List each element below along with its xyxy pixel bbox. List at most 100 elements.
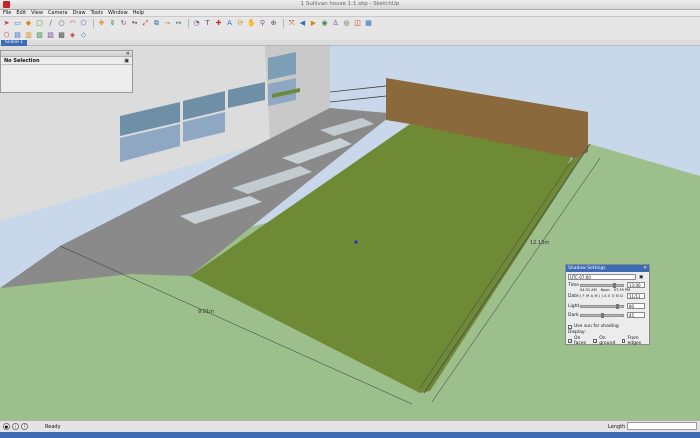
cursor-point	[354, 240, 358, 244]
toolbar-separator	[93, 19, 94, 28]
push-pull-icon[interactable]: ⇕	[108, 19, 117, 28]
toolbar-separator	[283, 19, 284, 28]
line-icon[interactable]: /	[46, 19, 55, 28]
polygon-icon[interactable]: ⬠	[79, 19, 88, 28]
front-view-icon[interactable]: ▥	[24, 31, 33, 40]
text-icon[interactable]: T	[203, 19, 212, 28]
light-slider[interactable]	[580, 303, 624, 309]
credits-icon[interactable]: i	[12, 423, 19, 430]
menu-help[interactable]: Help	[133, 10, 144, 16]
display-row: Display:	[568, 330, 586, 335]
close-icon[interactable]: ✕	[643, 265, 647, 272]
dark-input[interactable]: 45	[627, 312, 645, 318]
dimension-label-length: 12.13m	[530, 240, 549, 246]
date-label: Date	[568, 293, 579, 299]
left-view-icon[interactable]: ▩	[57, 31, 66, 40]
use-sun-label: Use sun for shading	[574, 324, 619, 329]
menu-file[interactable]: File	[3, 10, 11, 16]
title-bar: 1 Sullivan house 1:1.skp - SketchUp	[0, 0, 700, 10]
time-end: 07:39 PM	[613, 288, 631, 292]
light-label: Light	[568, 303, 580, 309]
model-canvas[interactable]: 9.01m 12.13m	[0, 46, 700, 420]
from-edges-label: From edges	[627, 336, 642, 346]
time-label: Time	[568, 282, 580, 288]
monochrome-icon[interactable]: ◇	[79, 31, 88, 40]
follow-me-icon[interactable]: ↬	[130, 19, 139, 28]
protractor-icon[interactable]: ◔	[192, 19, 201, 28]
dark-slider-thumb[interactable]	[601, 312, 604, 318]
zoom-icon[interactable]: ⚲	[258, 19, 267, 28]
iso-view-icon[interactable]: ⬡	[2, 31, 11, 40]
date-months[interactable]: J F M A M J J A S O N D	[580, 294, 624, 298]
details-toggle-icon[interactable]: ▣	[124, 58, 129, 64]
menu-draw[interactable]: Draw	[73, 10, 86, 16]
axes-icon[interactable]: ✚	[214, 19, 223, 28]
shadow-settings-title: Shadow Settings ✕	[566, 265, 649, 272]
from-edges-checkbox[interactable]	[621, 339, 626, 343]
top-view-icon[interactable]: ▤	[13, 31, 22, 40]
measurements-label: Length	[608, 424, 626, 430]
eraser-icon[interactable]: ▭	[13, 19, 22, 28]
previous-view-icon[interactable]: ◀	[298, 19, 307, 28]
use-sun-checkbox[interactable]	[568, 324, 572, 329]
pan-icon[interactable]: ✋	[247, 19, 256, 28]
menu-view[interactable]: View	[31, 10, 43, 16]
arc-icon[interactable]: ◠	[68, 19, 77, 28]
time-slider[interactable]	[580, 282, 624, 288]
light-slider-thumb[interactable]	[616, 303, 619, 309]
time-start: 04:31 AM	[580, 288, 597, 292]
timezone-select[interactable]: UTC-07:00	[568, 274, 636, 280]
toolbar-separator	[188, 19, 189, 28]
move-icon[interactable]: ✥	[97, 19, 106, 28]
light-input[interactable]: 80	[627, 303, 645, 309]
zoom-window-icon[interactable]: ⊕	[269, 19, 278, 28]
3d-text-icon[interactable]: A	[225, 19, 234, 28]
status-text: Ready	[45, 424, 61, 430]
light-row: Light 80	[568, 303, 645, 309]
walk-icon[interactable]: ♙	[331, 19, 340, 28]
dark-slider[interactable]	[580, 312, 624, 318]
select-icon[interactable]: ➤	[2, 19, 11, 28]
paint-bucket-icon[interactable]: ◆	[24, 19, 33, 28]
user-icon[interactable]: ?	[21, 423, 28, 430]
measurements-input[interactable]	[627, 422, 697, 430]
menu-edit[interactable]: Edit	[16, 10, 26, 16]
taskbar-strip	[0, 432, 700, 438]
geo-location-icon[interactable]: ●	[3, 423, 10, 430]
menu-tools[interactable]: Tools	[91, 10, 103, 16]
display-label: Display:	[568, 330, 586, 335]
offset-icon[interactable]: ⧉	[152, 19, 161, 28]
rotate-icon[interactable]: ↻	[119, 19, 128, 28]
look-around-icon[interactable]: ◎	[342, 19, 351, 28]
menu-camera[interactable]: Camera	[48, 10, 68, 16]
entity-info-body: No Selection ▣	[1, 57, 132, 65]
next-view-icon[interactable]: ▶	[309, 19, 318, 28]
shadow-settings-dialog: Shadow Settings ✕ UTC-07:00 ▣ Time 13:00…	[565, 264, 650, 346]
position-camera-icon[interactable]: ◉	[320, 19, 329, 28]
sandbox-icon[interactable]: ▦	[364, 19, 373, 28]
on-faces-checkbox[interactable]: ✓	[568, 339, 572, 344]
menu-window[interactable]: Window	[108, 10, 128, 16]
time-slider-thumb[interactable]	[613, 282, 616, 288]
rectangle-icon[interactable]: ▢	[35, 19, 44, 28]
scale-icon[interactable]: ⤢	[141, 19, 150, 28]
shaded-textures-icon[interactable]: ◈	[68, 31, 77, 40]
orbit-icon[interactable]: ⟳	[236, 19, 245, 28]
status-bar: ● i ? Ready Length	[0, 420, 700, 432]
dark-row: Dark 45	[568, 312, 645, 318]
date-input[interactable]: 11/11	[627, 293, 645, 299]
section-plane-icon[interactable]: ◫	[353, 19, 362, 28]
shadows-toggle-icon[interactable]: ▣	[639, 275, 643, 280]
dimension-label-width: 9.01m	[198, 309, 214, 315]
zoom-extents-icon[interactable]: ⤧	[287, 19, 296, 28]
right-view-icon[interactable]: ▧	[35, 31, 44, 40]
dimension-icon[interactable]: ↔	[174, 19, 183, 28]
use-sun-row: Use sun for shading	[568, 324, 619, 329]
circle-icon[interactable]: ○	[57, 19, 66, 28]
tape-measure-icon[interactable]: ⊸	[163, 19, 172, 28]
entity-info-panel: ✕ No Selection ▣	[0, 50, 133, 93]
shadow-settings-title-text: Shadow Settings	[568, 266, 606, 271]
3d-viewport[interactable]: 9.01m 12.13m Shadow Settings ✕ UTC-07:00…	[0, 46, 700, 420]
back-view-icon[interactable]: ▨	[46, 31, 55, 40]
on-ground-checkbox[interactable]: ✓	[593, 339, 598, 344]
